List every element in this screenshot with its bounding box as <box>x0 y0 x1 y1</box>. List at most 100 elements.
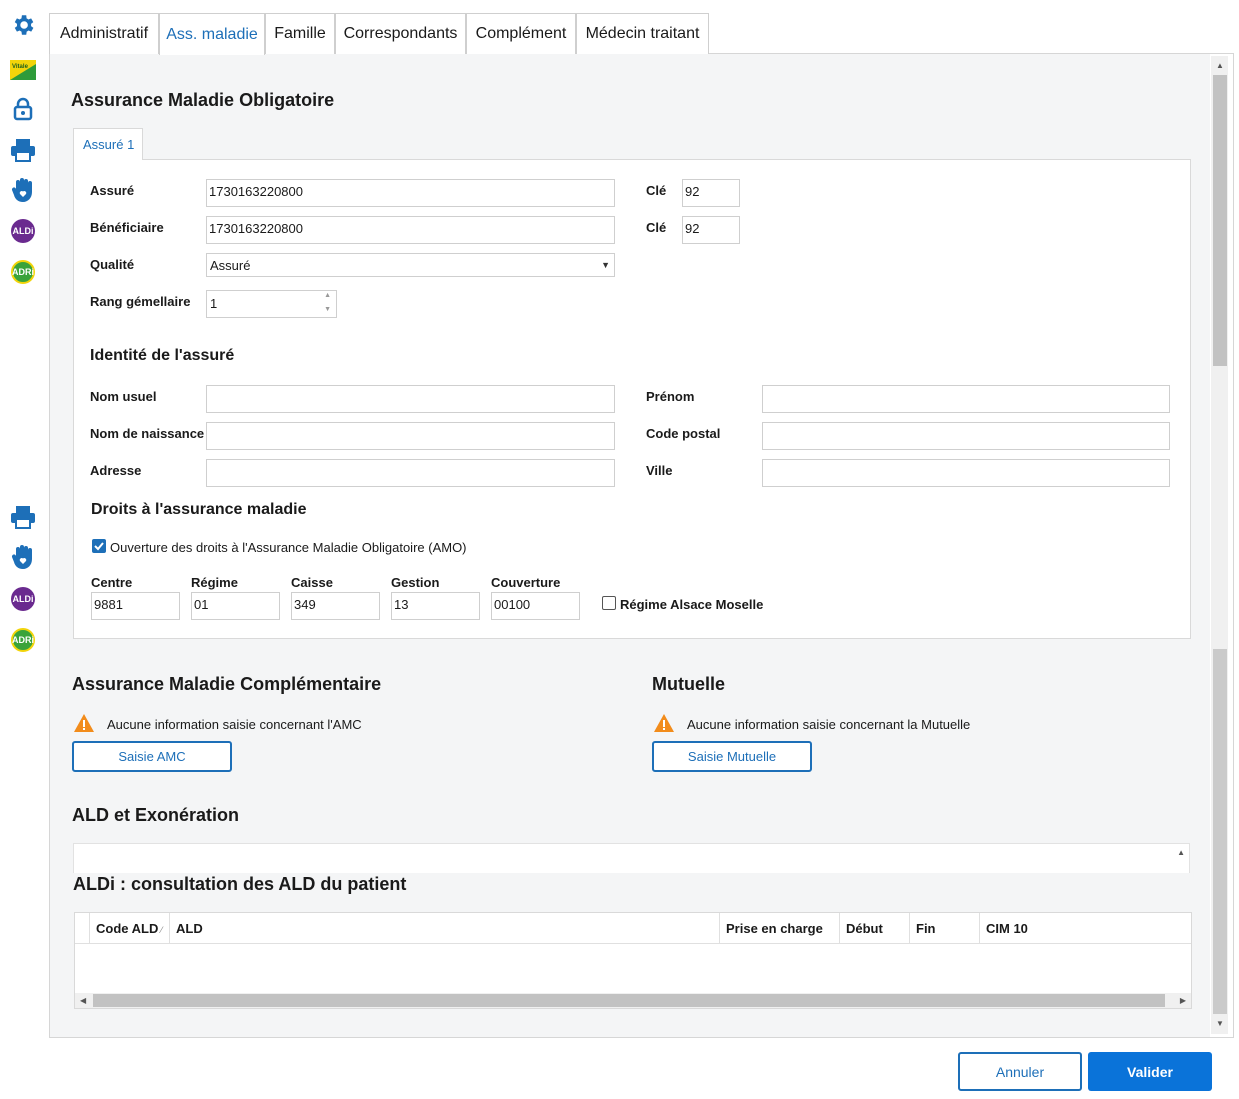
horizontal-scroll-thumb[interactable] <box>93 994 1165 1007</box>
tab-administratif[interactable]: Administratif <box>49 13 159 54</box>
amc-warning-text: Aucune information saisie concernant l'A… <box>107 717 362 732</box>
nom-naissance-field[interactable] <box>206 422 615 450</box>
tab-complement[interactable]: Complément <box>466 13 576 54</box>
scroll-down-icon[interactable]: ▼ <box>1216 1019 1224 1028</box>
rang-label: Rang gémellaire <box>90 294 191 309</box>
adri-icon[interactable]: ADRi <box>10 259 36 285</box>
saisie-amc-button[interactable]: Saisie AMC <box>72 741 232 772</box>
col-prise-en-charge[interactable]: Prise en charge <box>720 913 840 943</box>
col-fin[interactable]: Fin <box>910 913 980 943</box>
saisie-mutuelle-button[interactable]: Saisie Mutuelle <box>652 741 812 772</box>
assure-cle-label: Clé <box>646 183 667 198</box>
qualite-select[interactable]: Assuré ▼ <box>206 253 615 277</box>
aldi-icon[interactable]: ALDi <box>10 586 36 612</box>
vitale-text: Vitale <box>12 64 29 70</box>
printer-icon[interactable] <box>10 137 36 163</box>
stepper-down-icon[interactable]: ▼ <box>324 306 331 313</box>
mutuelle-warning-text: Aucune information saisie concernant la … <box>687 717 971 732</box>
subtab-assure-1[interactable]: Assuré 1 <box>73 128 143 160</box>
assure-field[interactable]: 1730163220800 <box>206 179 615 207</box>
gestion-label: Gestion <box>391 575 440 590</box>
scroll-up-icon[interactable]: ▲ <box>1216 61 1224 70</box>
settings-gear-icon[interactable] <box>10 12 36 38</box>
check-icon <box>94 542 104 551</box>
couverture-field[interactable]: 00100 <box>491 592 580 620</box>
ald-list[interactable]: ▲ <box>73 843 1190 873</box>
nom-usuel-label: Nom usuel <box>90 389 157 404</box>
amo-title: Assurance Maladie Obligatoire <box>71 90 335 110</box>
col-code-ald-label: Code ALD <box>96 921 159 936</box>
col-debut[interactable]: Début <box>840 913 910 943</box>
adri-badge: ADRi <box>11 260 35 284</box>
beneficiaire-cle-field[interactable]: 92 <box>682 216 740 244</box>
couverture-label: Couverture <box>491 575 561 590</box>
code-postal-label: Code postal <box>646 426 721 441</box>
scroll-right-icon[interactable]: ▶ <box>1180 996 1186 1005</box>
tab-ass-maladie[interactable]: Ass. maladie <box>159 13 265 55</box>
beneficiaire-label: Bénéficiaire <box>90 220 164 235</box>
row-selector-header <box>75 913 90 943</box>
valider-button[interactable]: Valider <box>1088 1052 1212 1091</box>
amc-title: Assurance Maladie Complémentaire <box>72 674 382 694</box>
ville-label: Ville <box>646 463 673 478</box>
stepper-up-icon[interactable]: ▲ <box>324 292 331 299</box>
amo-ouverture-checkbox[interactable] <box>92 539 106 553</box>
beneficiaire-cle-label: Clé <box>646 220 667 235</box>
identite-title: Identité de l'assuré <box>90 347 235 364</box>
qualite-label: Qualité <box>90 257 135 272</box>
ville-field[interactable] <box>762 459 1170 487</box>
hand-heart-icon[interactable] <box>10 544 36 570</box>
centre-field[interactable]: 9881 <box>91 592 180 620</box>
vertical-scroll-thumb[interactable] <box>1213 75 1227 366</box>
caisse-field[interactable]: 349 <box>291 592 380 620</box>
scroll-up-icon[interactable]: ▲ <box>1177 848 1185 857</box>
beneficiaire-field[interactable]: 1730163220800 <box>206 216 615 244</box>
ald-title: ALD et Exonération <box>72 805 240 825</box>
centre-label: Centre <box>91 575 133 590</box>
aldi-title: ALDi : consultation des ALD du patient <box>73 874 407 894</box>
lock-icon[interactable] <box>10 96 36 122</box>
printer-icon[interactable] <box>10 504 36 530</box>
chevron-down-icon: ▼ <box>601 260 610 270</box>
col-cim10[interactable]: CIM 10 <box>980 913 1191 943</box>
assure-cle-field[interactable]: 92 <box>682 179 740 207</box>
warning-icon <box>74 714 94 732</box>
tab-correspondants[interactable]: Correspondants <box>335 13 466 54</box>
caisse-label: Caisse <box>291 575 333 590</box>
vertical-scroll-track-lower <box>1213 649 1227 1014</box>
aldi-badge: ALDi <box>11 219 35 243</box>
adresse-label: Adresse <box>90 463 142 478</box>
vitale-card-icon[interactable]: Vitale <box>10 57 36 83</box>
col-code-ald[interactable]: Code ALD ⁄ <box>90 913 170 943</box>
tab-medecin-traitant[interactable]: Médecin traitant <box>576 13 709 54</box>
code-postal-field[interactable] <box>762 422 1170 450</box>
sort-icon: ⁄ <box>158 925 163 935</box>
warning-icon <box>654 714 674 732</box>
aldi-badge: ALDi <box>11 587 35 611</box>
vertical-scrollbar[interactable]: ▲ ▼ <box>1211 56 1228 1034</box>
nom-naissance-label: Nom de naissance <box>90 426 205 441</box>
col-ald[interactable]: ALD <box>170 913 720 943</box>
scroll-left-icon[interactable]: ◀ <box>80 996 86 1005</box>
aldi-table: Code ALD ⁄ ALD Prise en charge Début Fin… <box>74 912 1192 1009</box>
gestion-field[interactable]: 13 <box>391 592 480 620</box>
amo-ouverture-label: Ouverture des droits à l'Assurance Malad… <box>110 540 467 555</box>
hand-heart-icon[interactable] <box>10 177 36 203</box>
prenom-label: Prénom <box>646 389 695 404</box>
prenom-field[interactable] <box>762 385 1170 413</box>
horizontal-scrollbar[interactable]: ◀ ▶ <box>75 993 1191 1008</box>
regime-field[interactable]: 01 <box>191 592 280 620</box>
nom-usuel-field[interactable] <box>206 385 615 413</box>
adresse-field[interactable] <box>206 459 615 487</box>
aldi-icon[interactable]: ALDi <box>10 218 36 244</box>
annuler-button[interactable]: Annuler <box>958 1052 1082 1091</box>
qualite-value: Assuré <box>210 258 251 273</box>
droits-title: Droits à l'assurance maladie <box>91 501 307 518</box>
regime-label: Régime <box>191 575 238 590</box>
adri-icon[interactable]: ADRi <box>10 627 36 653</box>
adri-badge: ADRi <box>11 628 35 652</box>
alsace-moselle-label: Régime Alsace Moselle <box>620 597 764 612</box>
alsace-moselle-checkbox[interactable] <box>602 596 616 610</box>
rang-stepper[interactable]: 1 ▲ ▼ <box>206 290 337 318</box>
tab-famille[interactable]: Famille <box>265 13 335 54</box>
